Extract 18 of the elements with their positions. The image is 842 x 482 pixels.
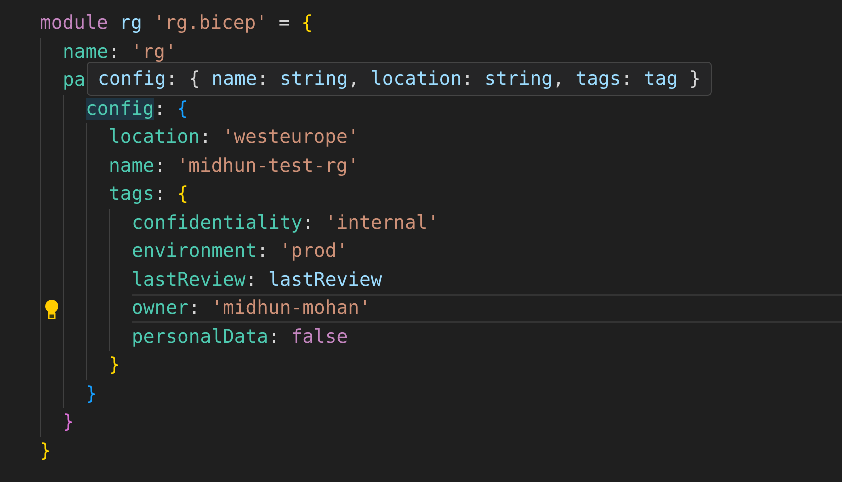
hover-tooltip: config: { name: string, location: string, tags: tag } bbox=[87, 62, 712, 96]
code-line: personalData: false bbox=[132, 326, 348, 348]
code-line: } bbox=[109, 354, 120, 376]
code-line: config: { bbox=[86, 98, 188, 120]
code-line: environment: 'prod' bbox=[132, 240, 348, 262]
code-line: lastReview: lastReview bbox=[132, 268, 382, 291]
code-line: tags: { bbox=[109, 183, 189, 206]
code-line: pa bbox=[63, 69, 86, 92]
code-line: } bbox=[63, 411, 74, 434]
lightbulb-icon[interactable] bbox=[45, 300, 59, 319]
code-line: owner: 'midhun-mohan' bbox=[132, 297, 371, 320]
code-line: name: 'rg' bbox=[63, 40, 177, 63]
code-line: } bbox=[86, 382, 98, 405]
code-line: location: 'westeurope' bbox=[109, 126, 360, 148]
code-line: confidentiality: 'internal' bbox=[132, 212, 440, 234]
code-line: name: 'midhun-test-rg' bbox=[109, 154, 360, 177]
code-line: } bbox=[40, 440, 52, 462]
code-line: module rg 'rg.bicep' = { bbox=[40, 12, 313, 34]
